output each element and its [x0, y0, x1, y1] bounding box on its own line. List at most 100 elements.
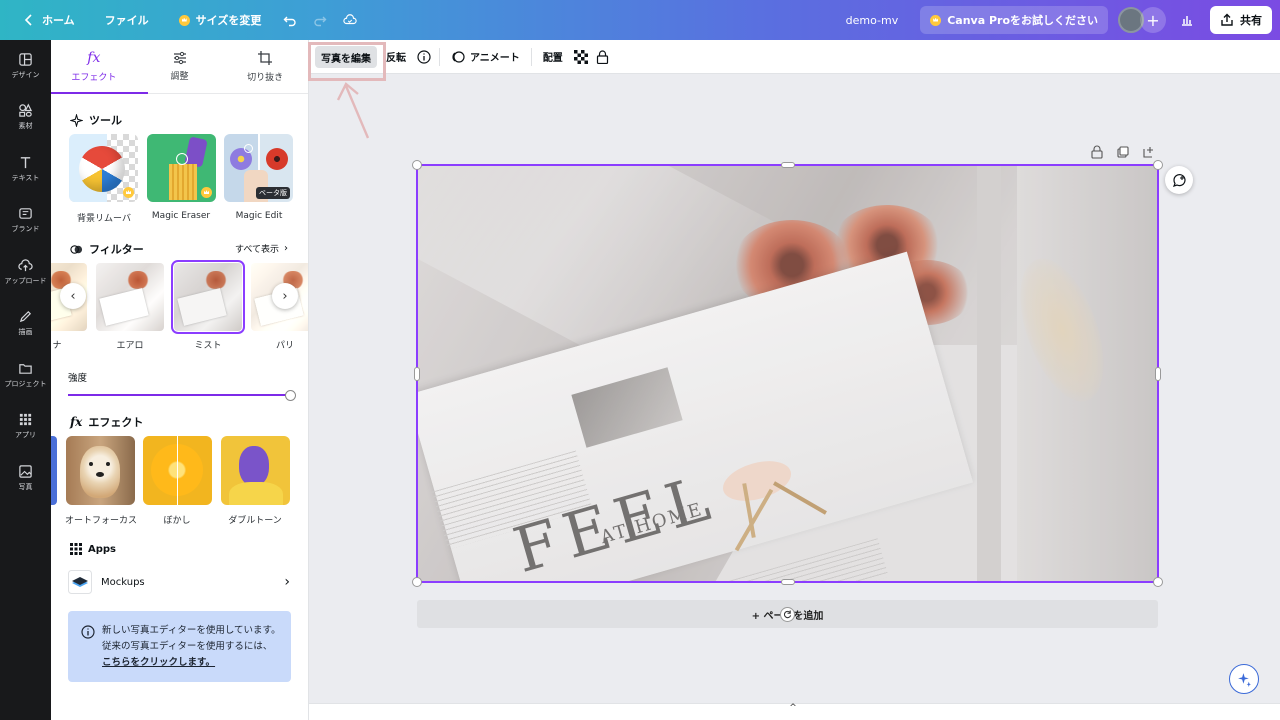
rail-item-uploads[interactable]: アップロード	[0, 246, 51, 298]
rail-item-text[interactable]: テキスト	[0, 143, 51, 195]
crown-icon	[123, 187, 134, 198]
document-title[interactable]: demo-mv	[838, 6, 907, 34]
rail-item-design[interactable]: デザイン	[0, 40, 51, 92]
lock-button[interactable]	[592, 45, 613, 69]
effects-scroll-edge	[51, 436, 57, 505]
lock-icon[interactable]	[1090, 145, 1104, 159]
share-upload-icon	[1221, 13, 1233, 26]
mockups-app-item[interactable]: Mockups ›	[68, 570, 290, 594]
rail-item-brand[interactable]: ブランド	[0, 195, 51, 247]
filters-see-all-link[interactable]: すべて表示 ›	[235, 242, 288, 255]
resize-handle-right[interactable]	[1155, 367, 1161, 381]
file-label: ファイル	[104, 14, 149, 27]
legacy-editor-link[interactable]: こちらをクリックします。	[102, 657, 215, 668]
effect-blur[interactable]	[143, 436, 212, 505]
transparency-checker-icon	[573, 49, 588, 64]
home-button[interactable]: ホーム	[14, 6, 83, 34]
rail-label: ブランド	[11, 225, 40, 234]
rail-item-draw[interactable]: 描画	[0, 298, 51, 350]
beach-ball-image	[79, 146, 125, 192]
transparency-button[interactable]	[570, 45, 592, 69]
bottom-bar-toggle[interactable]: ^	[786, 703, 800, 713]
position-button[interactable]: 配置	[536, 45, 570, 69]
effect-autofocus[interactable]	[66, 436, 135, 505]
tab-adjust[interactable]: 調整	[137, 40, 223, 93]
fx-icon: fx	[70, 415, 83, 429]
try-pro-label: Canva Proをお試しください	[947, 14, 1098, 27]
magic-assistant-button[interactable]	[1229, 664, 1259, 694]
add-page-icon[interactable]	[1142, 145, 1156, 159]
resize-button[interactable]: サイズを変更	[171, 6, 270, 34]
animate-icon	[452, 50, 465, 63]
filter-caption: エアロ	[116, 341, 144, 351]
tool-background-remover[interactable]	[69, 134, 138, 202]
resize-handle-top-left[interactable]	[412, 160, 422, 170]
tool-magic-edit[interactable]: ベータ版	[224, 134, 293, 202]
rail-label: デザイン	[11, 70, 40, 79]
redo-button[interactable]	[305, 6, 335, 34]
animate-button[interactable]: アニメート	[444, 45, 527, 69]
tab-label: 切り抜き	[247, 73, 284, 83]
resize-handle-top[interactable]	[781, 162, 795, 168]
duplicate-icon[interactable]	[1116, 145, 1130, 159]
tab-crop[interactable]: 切り抜き	[222, 40, 308, 93]
tool-magic-eraser[interactable]	[147, 134, 216, 202]
crown-icon	[201, 187, 212, 198]
rail-item-elements[interactable]: 素材	[0, 92, 51, 144]
top-bar: ホーム ファイル サイズを変更 demo-mv Canva Proをお試しくださ…	[0, 0, 1280, 40]
crop-icon	[258, 51, 273, 65]
effect-duotone[interactable]	[221, 436, 290, 505]
brand-icon	[19, 208, 32, 220]
insights-button[interactable]	[1172, 6, 1202, 34]
strength-slider-track[interactable]	[68, 394, 290, 396]
chevron-left-icon: ‹	[70, 288, 76, 304]
image-icon	[19, 465, 32, 478]
try-pro-button[interactable]: Canva Proをお試しください	[920, 6, 1108, 34]
edit-photo-button[interactable]: 写真を編集	[315, 46, 377, 68]
resize-handle-bottom-left[interactable]	[412, 577, 422, 587]
filters-next-button[interactable]: ›	[272, 283, 298, 309]
chevron-up-icon: ^	[789, 703, 797, 713]
effect-caption: ぼかし	[163, 516, 191, 526]
resize-handle-bottom[interactable]	[781, 579, 795, 585]
rotate-handle[interactable]	[780, 607, 795, 622]
tab-effects[interactable]: fx エフェクト	[51, 40, 137, 93]
cloud-save-button[interactable]	[335, 6, 365, 34]
rail-label: アップロード	[4, 276, 47, 285]
shapes-icon	[19, 103, 33, 117]
invite-plus-button[interactable]: +	[1140, 7, 1166, 33]
lock-icon	[596, 49, 608, 64]
chevron-right-icon: ›	[284, 243, 289, 254]
divider	[439, 47, 440, 66]
info-icon	[81, 625, 95, 639]
resize-handle-bottom-right[interactable]	[1153, 577, 1163, 587]
sparkle-icon	[1237, 672, 1251, 687]
resize-handle-top-right[interactable]	[1153, 160, 1163, 170]
tool-caption: Magic Eraser	[151, 211, 211, 221]
comment-plus-icon	[1172, 173, 1186, 187]
sparkle-icon	[70, 113, 83, 127]
mockups-app-icon	[68, 570, 92, 594]
folder-icon	[19, 363, 32, 374]
crown-icon	[178, 14, 190, 26]
filters-prev-button[interactable]: ‹	[60, 283, 86, 309]
strength-slider-handle[interactable]	[285, 390, 296, 401]
active-tab-underline	[51, 92, 148, 94]
magic-comment-button[interactable]	[1165, 166, 1193, 194]
rail-item-apps[interactable]: アプリ	[0, 401, 51, 453]
filter-thumb-mist[interactable]	[171, 260, 245, 334]
filter-caption: ミスト	[194, 341, 222, 351]
filter-circles-icon	[70, 244, 83, 254]
tool-caption: 背景リムーバ	[77, 214, 131, 224]
rail-label: プロジェクト	[4, 379, 47, 388]
rail-item-photos[interactable]: 写真	[0, 452, 51, 504]
file-menu-button[interactable]: ファイル	[97, 6, 157, 34]
resize-handle-left[interactable]	[414, 367, 420, 381]
rail-item-projects[interactable]: プロジェクト	[0, 349, 51, 401]
info-button[interactable]	[413, 45, 435, 69]
page-photo[interactable]: FEEL AT HOME	[417, 165, 1158, 582]
share-button[interactable]: 共有	[1210, 6, 1272, 34]
filter-thumb-aero[interactable]	[96, 263, 164, 331]
pen-icon	[19, 311, 32, 323]
undo-button[interactable]	[275, 6, 305, 34]
